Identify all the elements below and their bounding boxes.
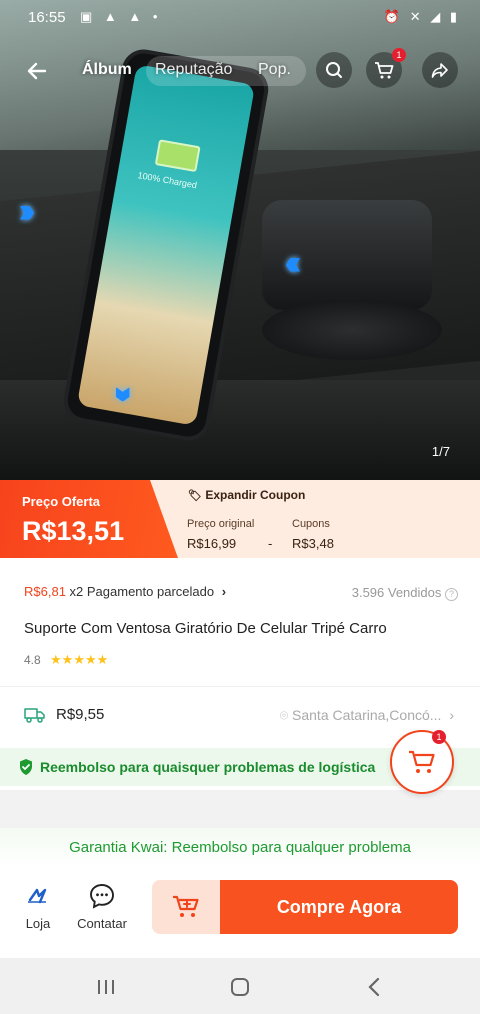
floating-cart-button[interactable]: 1	[390, 730, 454, 794]
bottom-action-bar: Loja Contatar Compre Agora	[0, 868, 480, 956]
chevron-right-icon: ›	[449, 707, 454, 723]
chat-bubble-icon	[90, 884, 114, 909]
tab-album[interactable]: Álbum	[82, 61, 132, 79]
status-time: 16:55	[28, 9, 66, 26]
share-icon	[431, 63, 448, 78]
star-rating-icon: ★★★★★	[50, 652, 109, 667]
image-mount-arm	[262, 200, 432, 310]
divider	[0, 686, 480, 687]
original-price-value: R$16,99	[187, 536, 237, 551]
minus-sign: -	[268, 536, 273, 551]
home-button[interactable]	[220, 972, 260, 1002]
section-separator	[0, 790, 480, 828]
contact-button[interactable]: Contatar	[72, 882, 132, 931]
truck-icon	[24, 708, 45, 723]
offer-label: Preço Oferta	[22, 494, 101, 509]
cart-icon	[409, 750, 435, 773]
recents-icon	[98, 980, 114, 994]
refund-text: Reembolso para quaisquer problemas de lo…	[40, 759, 376, 775]
price-banner: Preço Oferta R$13,51 🏷 Expandir Coupon P…	[0, 480, 480, 558]
search-button[interactable]	[316, 52, 352, 88]
installment-link[interactable]: R$6,81 x2 Pagamento parcelado ›	[24, 584, 226, 599]
store-button[interactable]: Loja	[8, 882, 68, 931]
offer-price: R$13,51	[22, 516, 125, 546]
shipping-location: ⌾ Santa Catarina,Concó... ›	[280, 707, 454, 724]
recents-button[interactable]	[86, 972, 126, 1002]
search-icon	[326, 62, 342, 78]
back-button[interactable]	[22, 56, 52, 86]
shipping-row[interactable]: R$9,55 ⌾ Santa Catarina,Concó... ›	[24, 704, 454, 728]
shield-check-icon	[20, 759, 32, 775]
home-icon	[231, 978, 249, 996]
floating-cart-badge: 1	[432, 730, 446, 744]
store-label: Loja	[25, 916, 51, 931]
chevron-left-icon	[368, 977, 380, 997]
original-price-label: Preço original	[187, 518, 255, 530]
expand-coupon-label: Expandir Coupon	[205, 488, 306, 502]
chevron-right-icon: ›	[221, 584, 227, 599]
contact-label: Contatar	[77, 916, 127, 931]
buy-now-button[interactable]: Compre Agora	[220, 880, 458, 934]
arrow-left-icon	[27, 62, 47, 80]
product-page: 100% Charged ››› ‹‹‹ ››› 1/7 16:55 ▣ ▲ ▲…	[0, 0, 480, 1014]
tab-reputacao[interactable]: Reputação	[155, 61, 232, 79]
system-back-button[interactable]	[354, 972, 394, 1002]
sold-text: 3.596 Vendidos	[351, 585, 442, 600]
tab-pop[interactable]: Pop.	[258, 61, 291, 79]
help-icon[interactable]: ?	[445, 588, 458, 601]
battery-icon	[154, 139, 201, 173]
status-notification-icons: ▣ ▲ ▲ •	[80, 9, 162, 24]
image-screen-text: 100% Charged	[136, 170, 198, 191]
cart-plus-icon	[173, 895, 199, 917]
expand-coupon-button[interactable]: 🏷 Expandir Coupon	[188, 488, 305, 502]
coupons-value: R$3,48	[292, 536, 334, 551]
guarantee-banner: Garantia Kwai: Reembolso para qualquer p…	[0, 828, 480, 868]
installment-text: x2 Pagamento parcelado	[69, 584, 215, 599]
add-to-cart-button[interactable]	[152, 880, 220, 934]
share-button[interactable]	[422, 52, 458, 88]
sold-count: 3.596 Vendidos ?	[352, 585, 458, 601]
status-system-icons: ⏰ ✕ ◢ ▮	[383, 9, 460, 24]
rating-score: 4.8	[24, 653, 41, 667]
status-bar: 16:55 ▣ ▲ ▲ • ⏰ ✕ ◢ ▮	[0, 0, 480, 34]
cart-button[interactable]: 1	[366, 48, 406, 88]
location-pin-icon: ⌾	[279, 707, 289, 723]
coupon-icon: 🏷	[188, 490, 202, 502]
image-counter: 1/7	[431, 444, 450, 459]
top-nav: Álbum Reputação Pop. 1	[0, 48, 480, 92]
shipping-price: R$9,55	[56, 706, 105, 723]
image-suction-cup	[262, 300, 442, 360]
cart-icon	[375, 62, 394, 79]
rating: 4.8 ★★★★★	[24, 652, 108, 668]
cart-badge: 1	[392, 48, 406, 62]
store-logo-icon	[28, 888, 47, 904]
system-nav-bar	[0, 958, 480, 1014]
shipping-location-text: Santa Catarina,Concó...	[292, 707, 442, 723]
installment-amount: R$6,81	[24, 584, 66, 599]
product-title: Suporte Com Ventosa Giratório De Celular…	[24, 620, 387, 637]
coupons-label: Cupons	[292, 518, 330, 530]
